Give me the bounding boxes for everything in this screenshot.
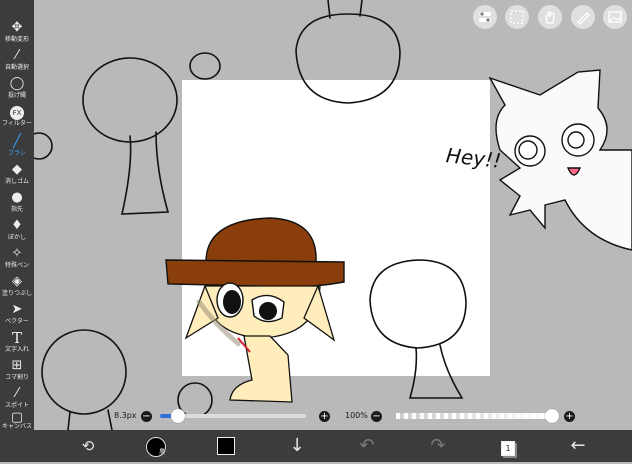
redo-button[interactable]: ↷ — [424, 434, 452, 458]
frame-divider-icon: ⊞ — [11, 358, 23, 373]
eyedropper-icon: ⁄ — [15, 386, 19, 401]
ruler-button[interactable] — [571, 5, 595, 29]
opacity-plus-button[interactable]: + — [564, 411, 575, 422]
tool-move[interactable]: ✥ 移動変形 — [0, 20, 34, 48]
color-swatch-button[interactable] — [212, 434, 240, 458]
hand-tool-button[interactable] — [538, 5, 562, 29]
opacity-label: 100% — [345, 411, 368, 420]
blur-drop-icon: ♦ — [11, 218, 23, 233]
tool-brush[interactable]: ╱ ブラシ — [0, 134, 34, 162]
brush-size-slider[interactable] — [160, 409, 306, 423]
canvas-icon: ▢ — [10, 410, 24, 425]
brush-preset-button[interactable]: 黒 — [142, 434, 170, 458]
special-pen-icon: ✧ — [11, 246, 23, 261]
tool-fill[interactable]: ◈ 塗りつぶし — [0, 274, 34, 302]
image-import-icon — [608, 11, 622, 23]
opacity-slider[interactable] — [396, 409, 559, 423]
magic-wand-icon: ⁄ — [15, 48, 19, 63]
rotate-transform-icon: ⟲ — [81, 437, 95, 455]
brush-size-plus-button[interactable]: + — [319, 411, 330, 422]
opacity-knob[interactable] — [545, 409, 559, 423]
opacity-minus-button[interactable]: − — [371, 411, 382, 422]
arrow-down-icon: ↓ — [289, 435, 305, 456]
image-import-button[interactable] — [603, 5, 627, 29]
app-root: Hey!! ✥ 移動変形 ⁄ 自動選択 ◯ 投げ縄 FX フィルター ╱ ブラシ… — [0, 0, 632, 462]
tool-frame-divider[interactable]: ⊞ コマ割り — [0, 358, 34, 386]
tool-text[interactable]: T 文字入れ — [0, 330, 34, 358]
finger-icon: ● — [11, 190, 23, 205]
redo-icon: ↷ — [430, 435, 446, 456]
vector-arrow-icon: ➤ — [11, 302, 23, 317]
tool-vector[interactable]: ➤ ベクター — [0, 302, 34, 330]
tool-special-pen[interactable]: ✧ 特殊ペン — [0, 246, 34, 274]
tool-finger[interactable]: ● 指先 — [0, 190, 34, 218]
tool-lasso[interactable]: ◯ 投げ縄 — [0, 76, 34, 104]
tool-canvas[interactable]: ▢ キャンバス — [0, 410, 34, 430]
brush-badge: 黒 — [158, 449, 165, 456]
opacity-gradient — [396, 413, 552, 419]
layers-button[interactable]: 1 — [494, 434, 522, 458]
selection-icon — [510, 10, 524, 24]
text-icon: T — [11, 329, 22, 347]
eraser-icon: ◆ — [12, 162, 22, 177]
tool-blur[interactable]: ♦ ぼかし — [0, 218, 34, 246]
tool-eraser[interactable]: ◆ 消しゴム — [0, 162, 34, 190]
arrow-left-icon: ← — [570, 435, 586, 456]
bottom-toolbar: ⟲ 黒 ↓ ↶ ↷ 1 ← — [0, 430, 632, 462]
brush-size-knob[interactable] — [170, 409, 185, 423]
layer-count: 1 — [505, 444, 511, 453]
toggle-panel-button[interactable] — [473, 5, 497, 29]
brush-icon: ╱ — [13, 134, 21, 149]
ruler-pen-icon — [577, 12, 590, 25]
fx-icon: FX — [0, 104, 34, 120]
move-icon: ✥ — [11, 20, 23, 35]
transform-button[interactable]: ⟲ — [74, 434, 102, 458]
cat-character — [488, 69, 632, 251]
brush-size-label: 8.3px — [114, 411, 137, 420]
drawing-canvas[interactable] — [0, 0, 632, 430]
toggle-panel-icon — [479, 12, 491, 22]
fill-bucket-icon: ◈ — [12, 274, 22, 289]
tool-filter[interactable]: FX フィルター — [0, 104, 34, 132]
undo-icon: ↶ — [359, 435, 375, 456]
download-button[interactable]: ↓ — [283, 434, 311, 458]
current-color-swatch — [217, 437, 235, 455]
tool-magic-wand[interactable]: ⁄ 自動選択 — [0, 48, 34, 76]
lasso-icon: ◯ — [9, 76, 25, 91]
undo-button[interactable]: ↶ — [353, 434, 381, 458]
tool-sidebar: ✥ 移動変形 ⁄ 自動選択 ◯ 投げ縄 FX フィルター ╱ ブラシ ◆ 消しゴ… — [0, 0, 34, 430]
brush-preview-icon: 黒 — [146, 437, 166, 457]
back-button[interactable]: ← — [564, 434, 592, 458]
brush-size-minus-button[interactable]: − — [141, 411, 152, 422]
layers-icon: 1 — [501, 441, 515, 456]
hand-tool-icon — [545, 11, 555, 24]
selection-button[interactable] — [505, 5, 529, 29]
